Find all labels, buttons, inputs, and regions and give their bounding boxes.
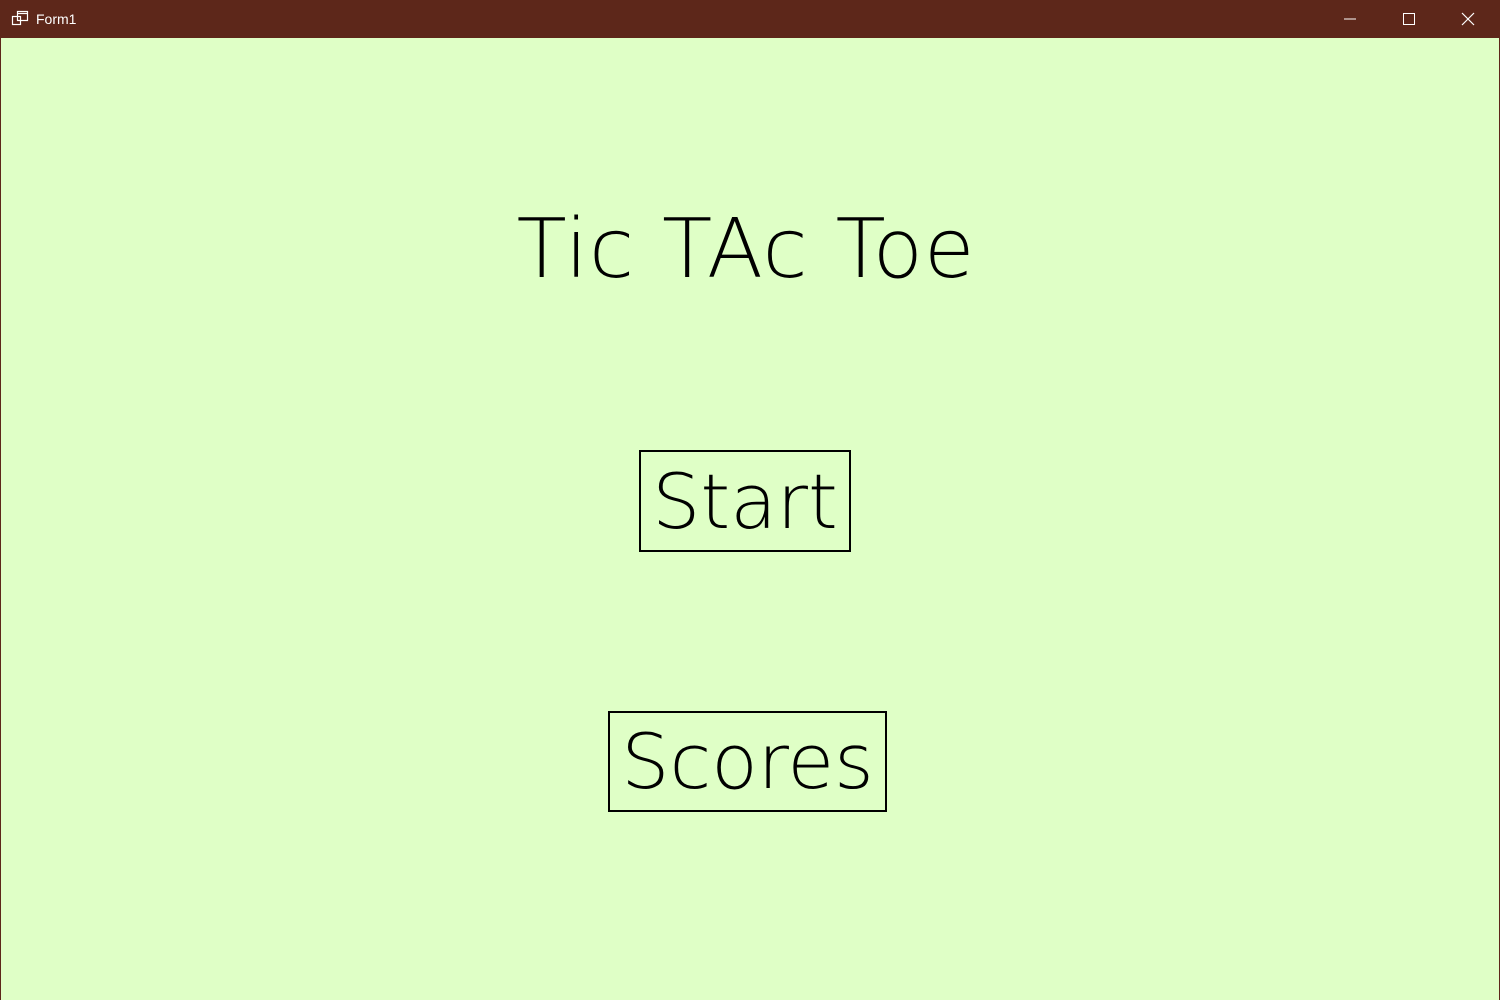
scores-button[interactable]: Scores: [608, 711, 887, 812]
minimize-button[interactable]: [1321, 0, 1379, 38]
app-window-icon: [11, 10, 29, 28]
close-button[interactable]: [1439, 0, 1497, 38]
close-icon: [1461, 12, 1475, 26]
window-title: Form1: [36, 11, 77, 27]
minimize-icon: [1344, 13, 1356, 25]
maximize-icon: [1403, 13, 1415, 25]
maximize-button[interactable]: [1380, 0, 1438, 38]
title-bar[interactable]: Form1: [1, 0, 1500, 38]
game-title: Tic TAc Toe: [516, 202, 976, 297]
main-window: Form1 Tic TAc Toe Start Scores: [0, 0, 1500, 1000]
start-button[interactable]: Start: [639, 450, 851, 552]
